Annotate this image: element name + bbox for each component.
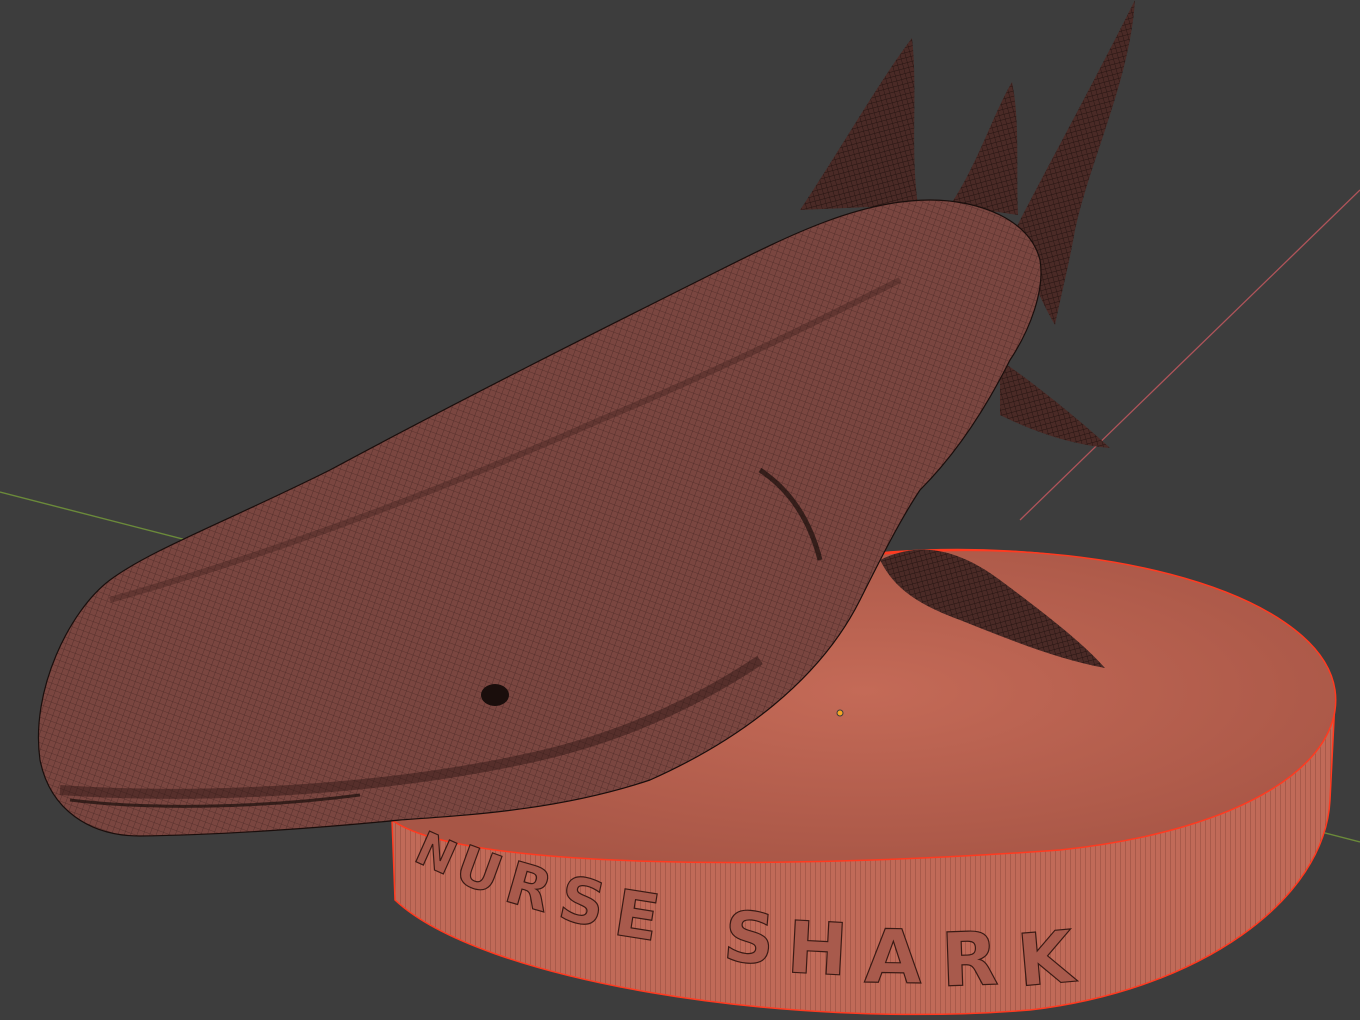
- object-origin-dot: [836, 709, 844, 717]
- svg-text:K: K: [1014, 914, 1079, 1003]
- svg-text:S: S: [721, 895, 778, 981]
- dorsal-fin-rear: [950, 82, 1018, 215]
- viewport-canvas[interactable]: N U R S E S H A R K: [0, 0, 1360, 1020]
- anal-fin: [1000, 360, 1110, 448]
- dorsal-fin-front: [800, 38, 918, 210]
- svg-text:H: H: [785, 905, 850, 992]
- 3d-viewport[interactable]: N U R S E S H A R K: [0, 0, 1360, 1020]
- svg-text:A: A: [864, 914, 923, 1001]
- shark-eye: [481, 684, 509, 706]
- svg-text:R: R: [940, 916, 1000, 1004]
